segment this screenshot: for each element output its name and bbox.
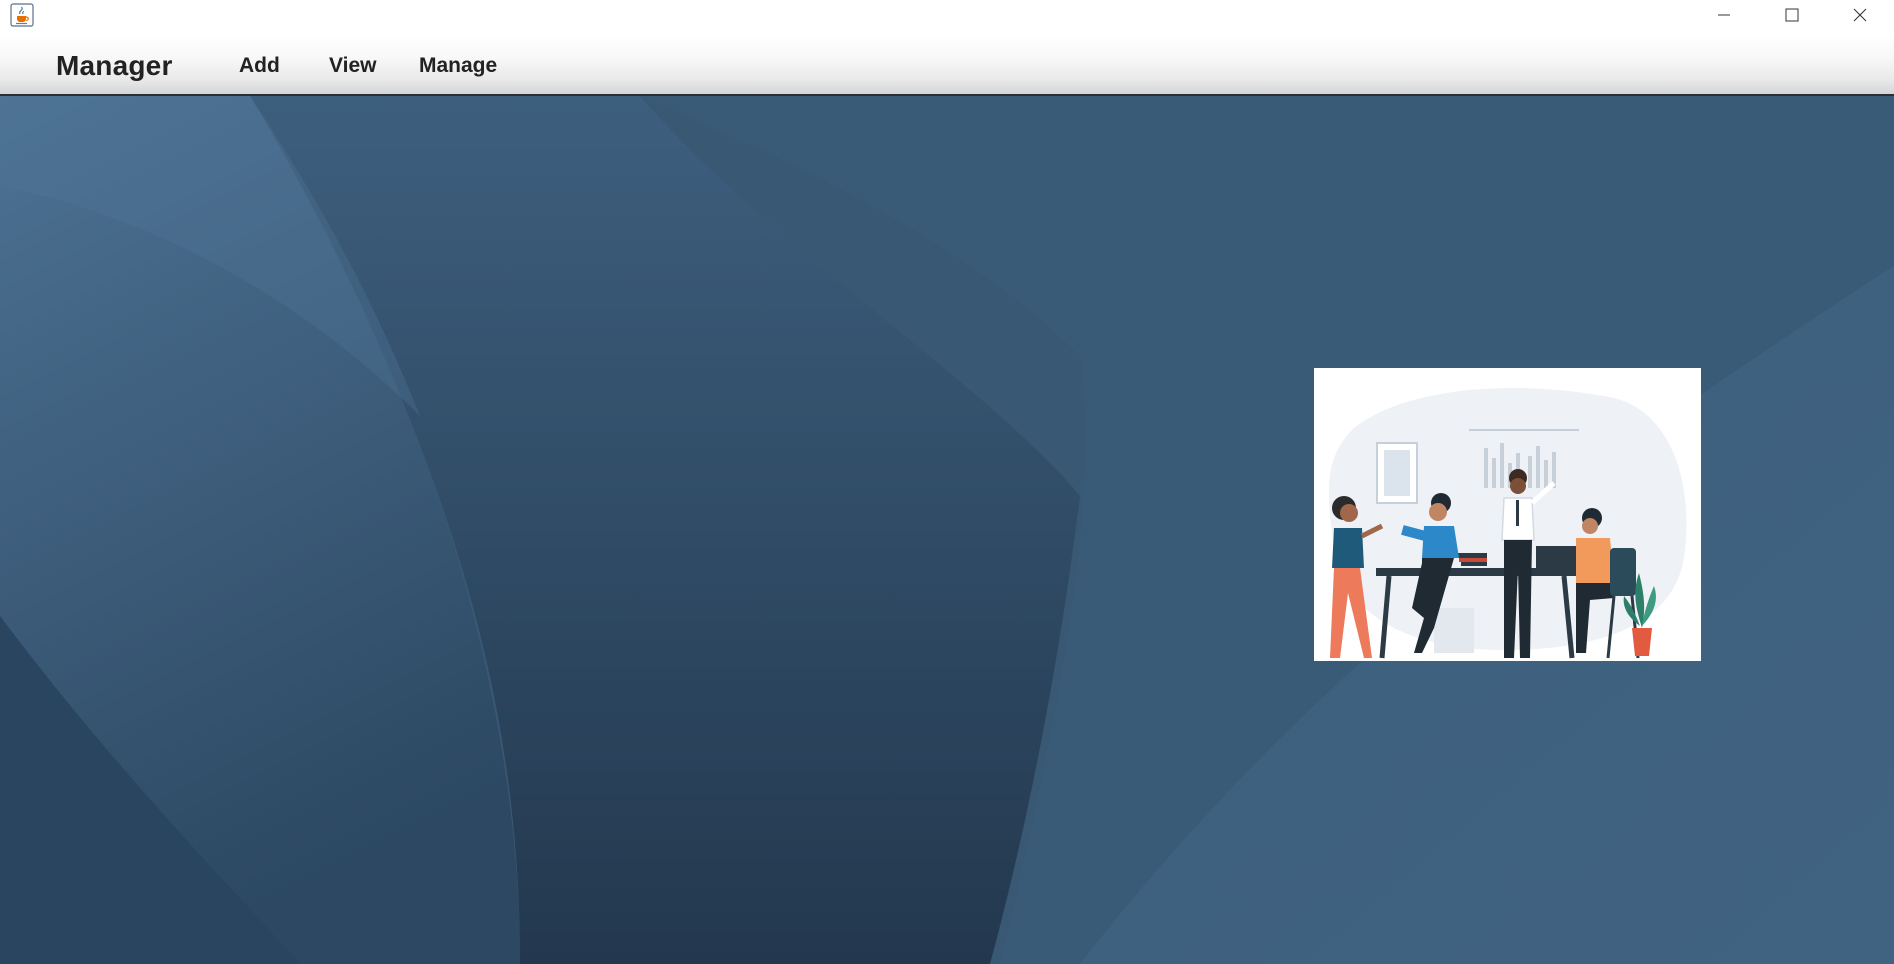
close-icon: [1853, 8, 1867, 22]
app-window: Manager Add View Manage: [0, 0, 1894, 964]
minimize-button[interactable]: [1690, 0, 1758, 30]
java-cup-icon: [10, 3, 34, 27]
menu-bar: Manager Add View Manage: [0, 36, 1894, 96]
maximize-icon: [1785, 8, 1799, 22]
main-content: [0, 96, 1894, 964]
app-brand-title: Manager: [56, 50, 173, 81]
minimize-icon: [1718, 14, 1730, 16]
maximize-button[interactable]: [1758, 0, 1826, 30]
team-meeting-illustration: [1314, 368, 1701, 661]
menu-manage[interactable]: Manage: [419, 54, 497, 78]
menu-view[interactable]: View: [329, 54, 376, 78]
menu-add[interactable]: Add: [239, 54, 280, 78]
close-button[interactable]: [1826, 0, 1894, 30]
title-bar: [0, 0, 1894, 32]
